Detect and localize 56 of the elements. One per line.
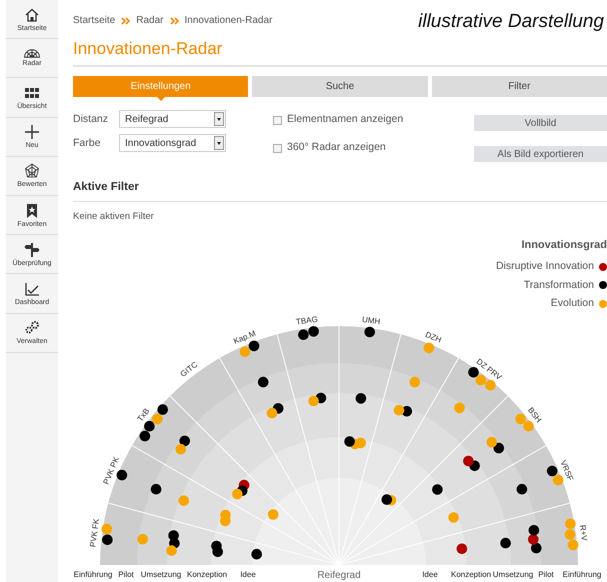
checkbox[interactable] — [273, 144, 282, 153]
gears-icon — [24, 320, 40, 336]
checkbox[interactable] — [273, 116, 282, 125]
field-label: Distanz — [73, 112, 110, 127]
sector-label: DZH — [424, 330, 443, 345]
checkbox-label: Elementnamen anzeigen — [287, 112, 404, 128]
ring-label: Pilot — [538, 570, 554, 579]
breadcrumb-link[interactable]: Startseite — [73, 13, 116, 28]
ring-label: Idee — [422, 570, 438, 579]
checkbox-label: 360° Radar anzeigen — [287, 140, 386, 156]
dropdown[interactable]: Innovationsgrad — [119, 134, 226, 152]
caret-icon — [217, 142, 221, 145]
legend-label: Evolution — [550, 296, 594, 312]
signpost-icon — [24, 242, 40, 258]
home-icon — [24, 6, 40, 23]
sector-label: VRSF — [558, 459, 575, 482]
filter-status: Keine aktiven Filter — [73, 210, 155, 224]
ring-label: Idee — [240, 570, 256, 579]
legend-label: Disruptive Innovation — [496, 258, 594, 274]
chevron-icon — [121, 16, 130, 24]
caption: illustrative Darstellung — [418, 12, 604, 31]
line-chart-icon — [24, 280, 40, 297]
action-button[interactable]: Vollbild — [474, 115, 607, 132]
sector-label: PVK PK — [102, 456, 121, 486]
legend-label: Transformation — [524, 278, 594, 292]
plus-icon — [24, 124, 40, 140]
dropdown[interactable]: Reifegrad — [119, 110, 226, 128]
sector-label: TxB — [136, 406, 152, 424]
ring-label: Umsetzung — [140, 570, 182, 579]
sector-label: PVK FK — [88, 518, 101, 548]
breadcrumb-link[interactable]: Radar — [136, 13, 164, 28]
ring-label: Pilot — [118, 570, 134, 579]
sector-label: R+V — [578, 524, 589, 542]
sector-label: Kap.M — [232, 328, 258, 346]
caret-icon — [217, 118, 221, 121]
section-heading: Aktive Filter — [73, 180, 140, 195]
legend-title: Innovationsgrad — [521, 238, 607, 254]
breadcrumb-link[interactable]: Innovationen-Radar — [184, 13, 272, 28]
sector-label: UMH — [362, 314, 381, 326]
ring-label: Konzeption — [450, 570, 492, 579]
bookmark-star-icon — [24, 202, 40, 219]
radar-icon — [24, 49, 40, 58]
axis-label: Reifegrad — [317, 570, 361, 581]
tab[interactable]: Filter — [432, 76, 607, 98]
sector-label: DZ PRV — [474, 356, 504, 382]
ring-label: Konzeption — [186, 570, 228, 579]
field-label: Farbe — [73, 136, 102, 151]
page-title: Innovationen-Radar — [73, 39, 224, 60]
ring-label: Einführung — [74, 570, 112, 579]
chevron-icon — [170, 16, 178, 24]
sector-label: TBAG — [296, 314, 318, 326]
ring-label: Umsetzung — [492, 570, 534, 579]
ring-label: Einführung — [562, 570, 602, 579]
tab[interactable]: Suche — [252, 76, 428, 98]
action-button[interactable]: Als Bild exportieren — [474, 146, 607, 162]
web-icon — [24, 163, 40, 180]
